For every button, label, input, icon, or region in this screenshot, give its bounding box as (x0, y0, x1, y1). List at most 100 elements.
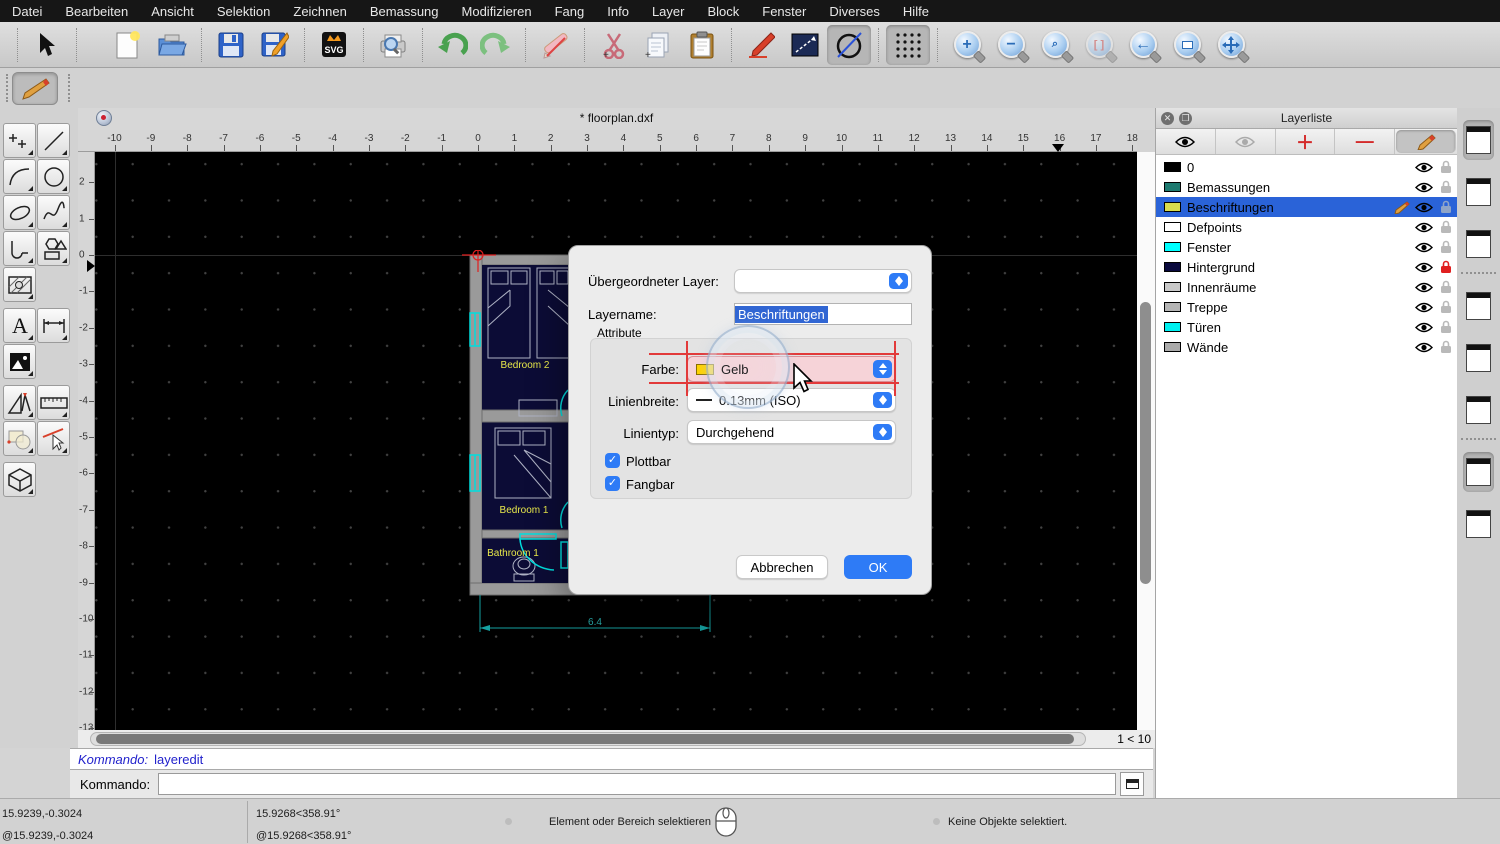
dimension-tool-icon[interactable] (37, 308, 70, 343)
trim-tool-icon[interactable] (37, 421, 70, 456)
property-editor-dock-icon[interactable] (1463, 286, 1494, 326)
zoom-in-icon[interactable]: + (945, 25, 989, 65)
delete-eraser-icon[interactable] (533, 25, 577, 65)
menu-item-selektion[interactable]: Selektion (217, 4, 270, 19)
layer-visibility-eye-icon[interactable] (1413, 182, 1435, 193)
layer-visibility-eye-icon[interactable] (1413, 202, 1435, 213)
snappable-checkbox[interactable]: ✓ (605, 476, 620, 491)
polyline-tool-icon[interactable] (3, 231, 36, 266)
undo-icon[interactable] (430, 25, 474, 65)
layer-lock-icon[interactable] (1435, 160, 1457, 174)
layer-lock-icon[interactable] (1435, 220, 1457, 234)
zoom-auto-icon[interactable]: ⌕ (1033, 25, 1077, 65)
layername-input[interactable]: Beschriftungen (734, 303, 912, 325)
cancel-button[interactable]: Abbrechen (736, 555, 828, 579)
command-detach-button[interactable] (1120, 772, 1144, 796)
menu-item-fang[interactable]: Fang (555, 4, 585, 19)
command-line-dock-icon[interactable] (1463, 452, 1494, 492)
add-layer-icon[interactable]: ＋ (1276, 129, 1336, 154)
layer-visibility-eye-icon[interactable] (1413, 322, 1435, 333)
block-list-dock-icon[interactable] (1463, 172, 1494, 212)
show-all-eye-icon[interactable] (1156, 129, 1216, 154)
menu-item-info[interactable]: Info (607, 4, 629, 19)
view-list-dock-icon[interactable] (1463, 224, 1494, 264)
copy-icon[interactable]: + (636, 25, 680, 65)
parent-layer-select[interactable] (734, 269, 912, 293)
layer-lock-icon[interactable] (1435, 300, 1457, 314)
hide-all-eye-icon[interactable] (1216, 129, 1276, 154)
close-icon[interactable]: ✕ (1161, 112, 1174, 125)
layer-row-wände[interactable]: Wände (1156, 337, 1457, 357)
menu-item-datei[interactable]: Datei (12, 4, 42, 19)
solid-tool-icon[interactable] (3, 462, 36, 497)
save-icon[interactable] (209, 25, 253, 65)
menu-item-block[interactable]: Block (707, 4, 739, 19)
pan-icon[interactable] (1209, 25, 1253, 65)
layer-visibility-eye-icon[interactable] (1413, 242, 1435, 253)
hatch-tool-icon[interactable] (3, 267, 36, 302)
draw-pencil-icon[interactable] (739, 25, 783, 65)
layer-lock-icon[interactable] (1435, 200, 1457, 214)
layer-visibility-eye-icon[interactable] (1413, 302, 1435, 313)
horizontal-scrollbar[interactable] (90, 732, 1086, 746)
grid-toggle-icon[interactable] (886, 25, 930, 65)
layer-lock-icon[interactable] (1435, 260, 1457, 274)
shape-tool-icon[interactable] (37, 231, 70, 266)
menu-item-ansicht[interactable]: Ansicht (151, 4, 194, 19)
line-tool-icon[interactable] (37, 123, 70, 158)
menu-item-zeichnen[interactable]: Zeichnen (293, 4, 346, 19)
linetype-select[interactable]: Durchgehend (687, 420, 896, 444)
command-input[interactable] (158, 773, 1116, 795)
open-file-icon[interactable] (150, 25, 194, 65)
layer-list-dock-icon[interactable] (1463, 120, 1494, 160)
layer-visibility-eye-icon[interactable] (1413, 262, 1435, 273)
layer-visibility-eye-icon[interactable] (1413, 342, 1435, 353)
image-tool-icon[interactable] (3, 344, 36, 379)
menu-item-bemassung[interactable]: Bemassung (370, 4, 439, 19)
circle-tool-icon[interactable] (827, 25, 871, 65)
layer-row-türen[interactable]: Türen (1156, 317, 1457, 337)
layer-row-bemassungen[interactable]: Bemassungen (1156, 177, 1457, 197)
print-preview-icon[interactable] (371, 25, 415, 65)
save-as-icon[interactable] (253, 25, 297, 65)
layer-visibility-eye-icon[interactable] (1413, 282, 1435, 293)
zoom-out-icon[interactable]: − (989, 25, 1033, 65)
svg-export-icon[interactable]: SVG (312, 25, 356, 65)
layer-visibility-eye-icon[interactable] (1413, 222, 1435, 233)
zoom-selection-icon[interactable]: [ ] (1077, 25, 1121, 65)
layer-row-defpoints[interactable]: Defpoints (1156, 217, 1457, 237)
menu-item-diverses[interactable]: Diverses (829, 4, 880, 19)
menu-item-modifizieren[interactable]: Modifizieren (462, 4, 532, 19)
modify-tool-icon[interactable] (3, 421, 36, 456)
layer-lock-icon[interactable] (1435, 280, 1457, 294)
detach-icon[interactable]: ❐ (1179, 112, 1192, 125)
library-browser-dock-icon[interactable] (1463, 390, 1494, 430)
layer-row-0[interactable]: 0 (1156, 157, 1457, 177)
point-tool-icon[interactable] (3, 123, 36, 158)
ok-button[interactable]: OK (844, 555, 912, 579)
layer-lock-icon[interactable] (1435, 180, 1457, 194)
menu-item-bearbeiten[interactable]: Bearbeiten (65, 4, 128, 19)
clipboard-panel-dock-icon[interactable] (1463, 504, 1494, 544)
drafting-tool-icon[interactable] (3, 385, 36, 420)
vertical-scrollbar[interactable] (1137, 152, 1155, 730)
zoom-previous-icon[interactable]: ← (1121, 25, 1165, 65)
layer-lock-icon[interactable] (1435, 320, 1457, 334)
menu-item-hilfe[interactable]: Hilfe (903, 4, 929, 19)
paste-icon[interactable] (680, 25, 724, 65)
horizontal-scrollbar-thumb[interactable] (96, 734, 1074, 744)
select-arrow-icon[interactable] (25, 25, 69, 65)
remove-layer-icon[interactable]: — (1335, 129, 1395, 154)
layer-lock-icon[interactable] (1435, 240, 1457, 254)
menu-item-layer[interactable]: Layer (652, 4, 685, 19)
measure-tool-icon[interactable] (37, 385, 70, 420)
edit-layer-icon[interactable] (1396, 130, 1456, 153)
cut-icon[interactable]: + (592, 25, 636, 65)
layer-row-treppe[interactable]: Treppe (1156, 297, 1457, 317)
text-tool-icon[interactable]: A (3, 308, 36, 343)
zoom-window-icon[interactable] (1165, 25, 1209, 65)
layer-row-innenräume[interactable]: Innenräume (1156, 277, 1457, 297)
document-tab-bar[interactable]: * floorplan.dxf (78, 108, 1155, 130)
vertical-scrollbar-thumb[interactable] (1140, 302, 1151, 584)
selection-filter-dock-icon[interactable] (1463, 338, 1494, 378)
